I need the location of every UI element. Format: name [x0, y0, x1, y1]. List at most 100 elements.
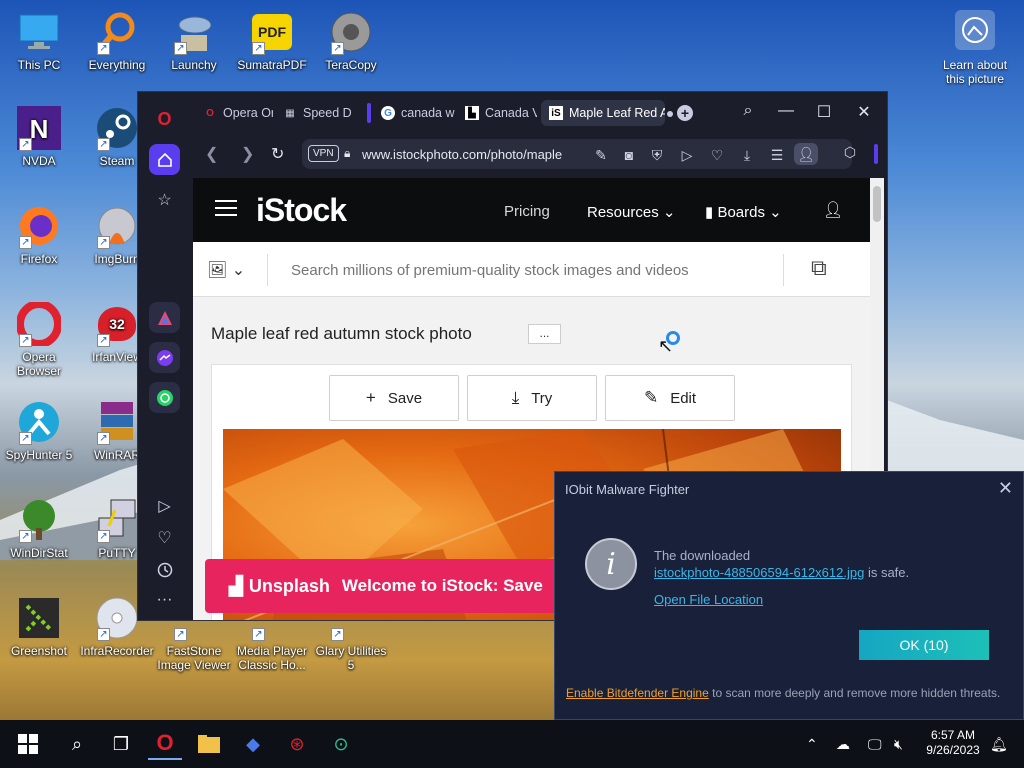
desktop-icon-label: Media Player Classic Ho...	[236, 644, 308, 672]
task-view-icon[interactable]: ❐	[104, 728, 138, 760]
hamburger-menu-icon[interactable]	[215, 200, 237, 216]
clock-date: 9/26/2023	[926, 743, 980, 757]
desktop-icon-this-pc[interactable]: This PC	[0, 10, 78, 86]
profile-icon[interactable]: 👤︎	[794, 143, 818, 165]
history-icon[interactable]	[149, 554, 180, 585]
network-icon[interactable]: 🖵︎	[868, 736, 882, 753]
desktop-icon-everything[interactable]: ↗ Everything	[78, 10, 156, 86]
back-button[interactable]: ❮	[205, 144, 218, 164]
heart-icon[interactable]: ♡	[149, 522, 180, 553]
favorite-heart-icon[interactable]: ♡	[708, 147, 726, 164]
tab-maple-leaf-active[interactable]: iS Maple Leaf Red A	[541, 100, 665, 126]
more-icon[interactable]: ···	[149, 584, 180, 615]
taskbar-iobit-icon[interactable]: ⊛	[280, 728, 314, 760]
boards-label: Boards	[717, 204, 765, 221]
resources-menu[interactable]: Resources ⌄	[587, 203, 675, 221]
vpn-badge[interactable]: VPN	[308, 145, 339, 162]
home-icon[interactable]	[149, 144, 180, 175]
open-file-location-link[interactable]: Open File Location	[654, 592, 763, 607]
irfanview-icon: 32 ↗	[95, 302, 139, 347]
tab-opera[interactable]: O Opera Or	[195, 100, 273, 126]
shortcut-arrow-icon: ↗	[252, 628, 265, 641]
desktop-icon-opera[interactable]: ↗ Opera Browser	[0, 302, 78, 378]
new-tab-button[interactable]: +	[677, 105, 693, 121]
popup-footnote: Enable Bitdefender Engine to scan more d…	[566, 686, 1006, 700]
image-search-upload-icon[interactable]: ⧉	[811, 255, 827, 281]
close-icon[interactable]: ✕	[998, 478, 1013, 499]
desktop-icon-launchy[interactable]: ↗ Launchy	[155, 10, 233, 86]
settings-sliders-icon[interactable]: ☰	[768, 147, 786, 164]
extensions-cube-icon[interactable]: ⬡	[841, 144, 859, 161]
camera-icon[interactable]: ◙	[620, 147, 638, 163]
search-icon[interactable]: ⌕	[60, 728, 94, 760]
account-icon[interactable]: 👤︎	[823, 200, 843, 220]
desktop-icon-sumatrapdf[interactable]: PDF ↗ SumatraPDF	[233, 10, 311, 86]
taskbar-app-icon[interactable]: ◆	[236, 728, 270, 760]
istock-favicon-icon: iS	[549, 106, 563, 120]
tab-canada-google[interactable]: G canada w	[373, 100, 455, 126]
shortcut-arrow-icon: ↗	[97, 138, 110, 151]
url-box[interactable]: VPN 🔒︎ www.istockphoto.com/photo/maple ✎…	[302, 139, 852, 169]
whatsapp-icon[interactable]	[149, 382, 180, 413]
desktop-icon-greenshot[interactable]: Greenshot	[0, 596, 78, 672]
sidebar-toggle[interactable]	[874, 144, 878, 164]
istock-logo[interactable]: iStock	[256, 192, 347, 229]
opera-icon: ↗	[17, 302, 61, 347]
boards-menu[interactable]: ▮ Boards ⌄	[705, 203, 782, 221]
volume-muted-icon[interactable]: 🔇︎	[894, 736, 903, 753]
desktop-icon-teracopy[interactable]: ↗ TeraCopy	[312, 10, 390, 86]
file-explorer-icon[interactable]	[192, 728, 226, 760]
shield-icon[interactable]: ⛨	[648, 147, 666, 164]
notification-bell-icon[interactable]: 🔔︎	[990, 736, 1008, 753]
opera-menu-icon[interactable]: O	[149, 104, 180, 135]
system-clock[interactable]: 6:57 AM 9/26/2023	[918, 728, 988, 758]
desktop-icon-windirstat[interactable]: ↗ WinDirStat	[0, 498, 78, 574]
minimize-button[interactable]: —	[771, 102, 801, 120]
player-icon[interactable]: ▷	[149, 490, 180, 521]
more-options-button[interactable]: ...	[528, 324, 561, 344]
unsplash-banner[interactable]: ▟ Unsplash Welcome to iStock: Save	[205, 559, 565, 613]
desktop-icon-label: SumatraPDF	[237, 58, 307, 72]
show-hidden-icons-chevron[interactable]: ⌃	[806, 736, 818, 753]
edit-page-icon[interactable]: ✎	[592, 147, 610, 164]
burning-disc-icon: ↗	[95, 204, 139, 249]
aria-icon[interactable]	[149, 302, 180, 333]
pricing-link[interactable]: Pricing	[504, 203, 550, 220]
star-icon[interactable]: ☆	[149, 184, 180, 215]
edit-label: Edit	[670, 389, 697, 407]
desktop-icon-nvda[interactable]: N ↗ NVDA	[0, 106, 78, 182]
forward-button[interactable]: ❯	[241, 144, 254, 164]
iobit-notification: IObit Malware Fighter ✕ i The downloaded…	[554, 471, 1024, 720]
tab-label: Opera Or	[223, 106, 273, 120]
desktop-icon-firefox[interactable]: ↗ Firefox	[0, 204, 78, 280]
try-label: Try	[531, 389, 553, 407]
reload-button[interactable]: ↻	[271, 144, 284, 164]
messenger-icon[interactable]	[149, 342, 180, 373]
tab-canada-v[interactable]: ▙ Canada V	[457, 100, 537, 126]
enable-bitdefender-link[interactable]: Enable Bitdefender Engine	[566, 686, 709, 700]
onedrive-cloud-icon[interactable]: ☁	[836, 736, 850, 753]
media-type-dropdown[interactable]: 🖼︎ ⌄	[207, 260, 245, 280]
send-icon[interactable]: ▷	[678, 147, 696, 164]
learn-about-picture[interactable]: Learn about this picture	[934, 10, 1016, 86]
tab-search-icon[interactable]: ⌕	[733, 102, 763, 120]
desktop-icon-label: WinDirStat	[10, 546, 68, 560]
maximize-button[interactable]: ☐	[809, 102, 839, 122]
close-window-button[interactable]: ✕	[849, 102, 879, 122]
desktop-icon-spyhunter[interactable]: ↗ SpyHunter 5	[0, 400, 78, 476]
tab-speed-dial[interactable]: ▦ Speed Di	[275, 100, 351, 126]
scrollbar-thumb[interactable]	[873, 186, 881, 222]
try-button[interactable]: ⤓ Try	[467, 375, 597, 421]
search-input[interactable]	[291, 256, 771, 284]
taskbar-opera-icon[interactable]: O	[148, 728, 182, 760]
start-button[interactable]	[11, 728, 45, 760]
url-text[interactable]: www.istockphoto.com/photo/maple	[362, 147, 562, 162]
taskbar-glary-icon[interactable]: ⊙	[324, 728, 358, 760]
tree-icon: ↗	[17, 498, 61, 543]
download-icon[interactable]: ⤓	[738, 147, 756, 164]
downloaded-file-link[interactable]: istockphoto-488506594-612x612.jpg	[654, 565, 864, 580]
edit-button[interactable]: ✎ Edit	[605, 375, 735, 421]
ok-button[interactable]: OK (10)	[859, 630, 989, 660]
save-button[interactable]: + Save	[329, 375, 459, 421]
download-icon: ⤓	[511, 388, 520, 407]
